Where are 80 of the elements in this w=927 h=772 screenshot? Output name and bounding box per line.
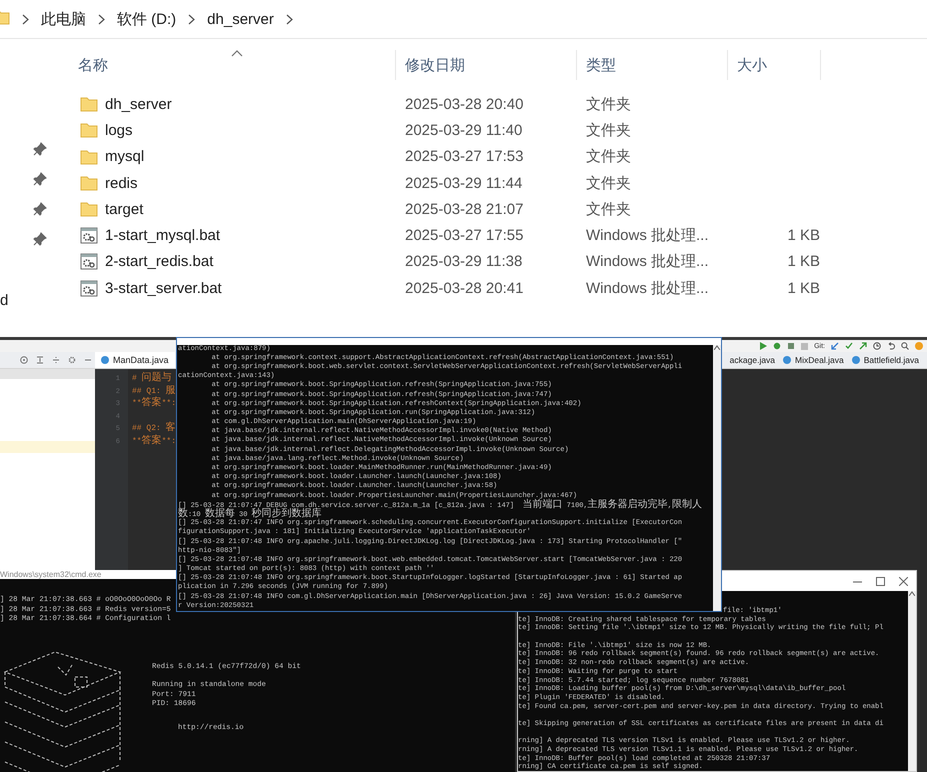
editor-tab[interactable]: Battlefield.java bbox=[848, 352, 923, 368]
modified-date: 2025-03-29 11:38 bbox=[405, 253, 524, 270]
folder-icon bbox=[80, 148, 98, 165]
run-icon[interactable] bbox=[759, 342, 768, 350]
expand-icon[interactable] bbox=[52, 356, 60, 364]
editor-tab[interactable]: ManData.java bbox=[95, 352, 175, 368]
editor-tab[interactable]: MixDeal.java bbox=[779, 352, 848, 368]
pin-icon[interactable] bbox=[33, 172, 47, 186]
chevron-icon bbox=[98, 14, 105, 24]
modified-date: 2025-03-28 21:07 bbox=[405, 200, 524, 218]
modified-date: 2025-03-27 17:55 bbox=[405, 227, 524, 244]
modified-date: 2025-03-29 11:44 bbox=[405, 174, 524, 192]
file-type: 文件夹 bbox=[586, 147, 632, 166]
maximize-icon[interactable] bbox=[876, 576, 885, 586]
chevron-icon bbox=[22, 14, 29, 24]
column-header[interactable]: 大小 bbox=[737, 50, 821, 80]
column-header[interactable]: 类型 bbox=[586, 50, 728, 80]
class-icon bbox=[783, 356, 792, 364]
class-icon bbox=[852, 356, 860, 364]
breadcrumb-item[interactable]: 此电脑 bbox=[41, 10, 86, 28]
file-name[interactable]: 3-start_server.bat bbox=[105, 280, 222, 297]
file-type: 文件夹 bbox=[586, 200, 632, 219]
pin-icon[interactable] bbox=[33, 142, 47, 156]
editor-tab[interactable]: ackage.java bbox=[726, 352, 780, 368]
folder-icon bbox=[80, 201, 98, 218]
file-type: Windows 批处理... bbox=[586, 252, 710, 272]
close-icon[interactable] bbox=[899, 576, 908, 586]
file-type: 文件夹 bbox=[586, 174, 632, 193]
file-size: 1 KB bbox=[786, 253, 820, 270]
chevron-icon bbox=[286, 14, 293, 24]
folder-icon bbox=[80, 96, 98, 112]
target-icon[interactable] bbox=[20, 356, 28, 364]
push-arrow-icon[interactable] bbox=[859, 342, 867, 350]
collapse-icon[interactable] bbox=[36, 356, 44, 364]
file-name[interactable]: logs bbox=[105, 122, 133, 139]
modified-date: 2025-03-29 11:40 bbox=[405, 122, 524, 139]
file-name[interactable]: target bbox=[105, 200, 144, 218]
folder-icon bbox=[80, 122, 98, 138]
check-icon[interactable] bbox=[845, 342, 853, 350]
class-icon bbox=[101, 356, 109, 364]
file-type: Windows 批处理... bbox=[586, 278, 710, 298]
search-icon[interactable] bbox=[901, 342, 909, 350]
scroll-up-icon[interactable] bbox=[909, 591, 915, 596]
chevron-icon bbox=[188, 14, 196, 24]
code-line: ## Q1: 服 bbox=[132, 386, 176, 396]
nav-item[interactable]: d bbox=[0, 292, 8, 309]
column-header[interactable]: 名称 bbox=[78, 50, 396, 80]
file-name[interactable]: 2-start_redis.bat bbox=[105, 253, 214, 270]
gear-file-icon bbox=[80, 227, 98, 244]
code-line: # 问题与 bbox=[132, 374, 172, 383]
file-size: 1 KB bbox=[786, 227, 820, 244]
scroll-up-icon[interactable] bbox=[714, 344, 720, 350]
gear-file-icon bbox=[80, 253, 98, 270]
sort-caret-icon bbox=[230, 50, 242, 57]
breadcrumb-item[interactable]: dh_server bbox=[207, 10, 274, 28]
code-line: **答案**: bbox=[132, 436, 176, 446]
update-arrow-icon[interactable] bbox=[831, 342, 839, 350]
column-header[interactable]: 修改日期 bbox=[405, 50, 577, 80]
modified-date: 2025-03-28 20:41 bbox=[405, 280, 524, 297]
clock-icon[interactable] bbox=[873, 342, 881, 350]
file-name[interactable]: dh_server bbox=[105, 96, 172, 113]
file-name[interactable]: mysql bbox=[105, 148, 144, 166]
file-name[interactable]: 1-start_mysql.bat bbox=[105, 227, 220, 244]
file-size: 1 KB bbox=[786, 280, 820, 297]
pin-icon[interactable] bbox=[33, 232, 47, 246]
code-line: **答案**: bbox=[132, 399, 176, 408]
file-name[interactable]: redis bbox=[105, 174, 138, 192]
file-type: Windows 批处理... bbox=[586, 226, 710, 246]
breadcrumb-item[interactable]: 软件 (D:) bbox=[117, 10, 176, 28]
undo-icon[interactable] bbox=[887, 342, 895, 350]
modified-date: 2025-03-28 20:40 bbox=[405, 96, 524, 113]
file-type: 文件夹 bbox=[586, 94, 632, 114]
file-type: 文件夹 bbox=[586, 120, 632, 140]
window-title: Windows\system32\cmd.exe bbox=[0, 570, 102, 579]
modified-date: 2025-03-27 17:53 bbox=[405, 148, 524, 166]
gear-file-icon bbox=[80, 280, 98, 297]
code-line: ## Q2: 客 bbox=[132, 424, 176, 433]
settings-icon[interactable] bbox=[68, 356, 76, 364]
folder-icon bbox=[80, 175, 98, 192]
pin-icon[interactable] bbox=[33, 202, 47, 216]
